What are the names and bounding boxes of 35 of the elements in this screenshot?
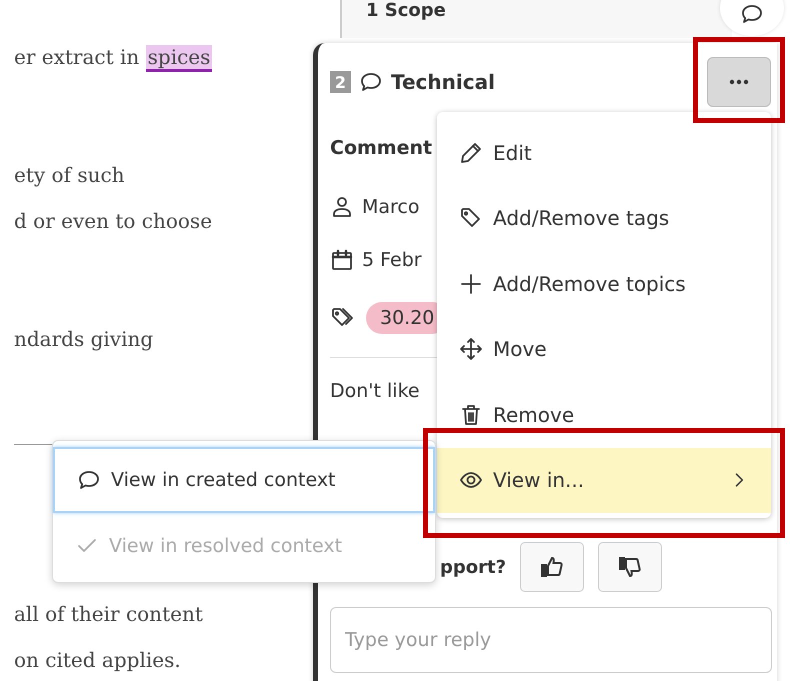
thumbs-down-icon xyxy=(618,555,642,579)
comment-text: Don't like xyxy=(330,379,420,404)
move-icon xyxy=(459,337,483,362)
highlighted-text[interactable]: spices xyxy=(146,45,212,72)
comment-date: 5 Febr xyxy=(362,249,422,271)
comment-icon xyxy=(77,468,101,492)
document-text: on cited applies. xyxy=(14,648,181,672)
document-text: ndards giving xyxy=(14,327,154,351)
document-text: d or even to choose xyxy=(14,209,212,233)
person-icon xyxy=(330,195,354,219)
card-title: 1 Scope xyxy=(366,0,446,21)
document-text: ety of such xyxy=(14,163,125,187)
thumbs-up-button[interactable] xyxy=(520,542,584,592)
author-name: Marco xyxy=(362,196,420,218)
comment-icon xyxy=(740,2,764,26)
thumbs-down-button[interactable] xyxy=(598,542,662,592)
trash-icon xyxy=(459,402,483,427)
pencil-icon xyxy=(459,140,483,165)
menu-item[interactable]: Add/Remove tags xyxy=(437,186,771,251)
section-heading: Comment xyxy=(330,136,432,161)
comment-icon xyxy=(359,70,383,94)
calendar-icon xyxy=(330,248,354,272)
comment-type: Technical xyxy=(391,70,495,94)
plus-icon xyxy=(459,272,483,296)
support-label: pport? xyxy=(440,556,506,578)
menu-item[interactable]: View in... xyxy=(437,448,771,513)
menu-item[interactable]: Remove xyxy=(437,382,771,448)
menu-item[interactable]: Edit xyxy=(437,120,771,186)
submenu-item[interactable]: View in created context xyxy=(53,447,435,513)
thumbs-up-icon xyxy=(540,555,564,579)
document-text: er extract in xyxy=(14,45,140,69)
document-text: all of their content xyxy=(14,602,203,626)
ellipsis-icon xyxy=(729,79,749,85)
number-badge: 2 xyxy=(330,71,351,93)
reply-field[interactable]: Type your reply xyxy=(330,607,772,673)
